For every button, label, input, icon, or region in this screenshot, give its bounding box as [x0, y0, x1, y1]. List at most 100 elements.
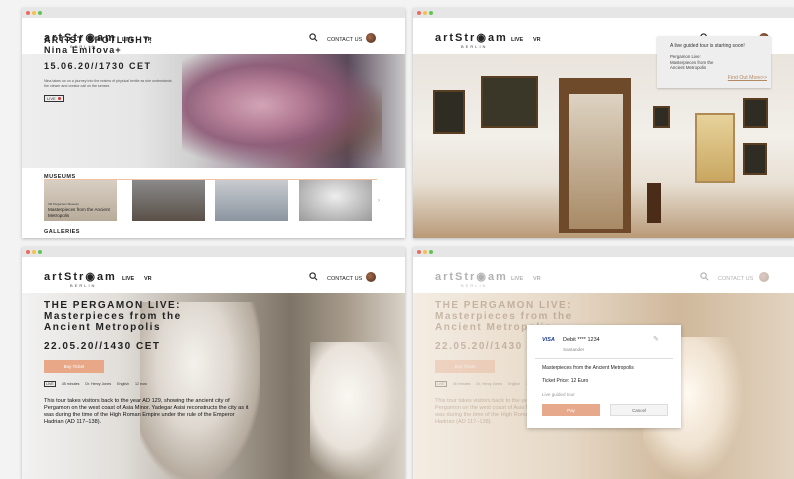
event-title: THE PERGAMON LIVE: Masterpieces from the… [44, 300, 182, 333]
painting[interactable] [743, 143, 767, 175]
spotlight-artist: Nina Emifova+ [44, 45, 122, 55]
event-title-line: Masterpieces from the [44, 311, 182, 322]
cancel-button[interactable]: Cancel [610, 404, 668, 416]
maximize-dot[interactable] [38, 11, 42, 15]
live-badge: LIVE [435, 381, 447, 387]
minimize-dot[interactable] [423, 11, 427, 15]
close-dot[interactable] [26, 11, 30, 15]
maximize-dot[interactable] [429, 11, 433, 15]
spotlight-date: 15.06.20//1730 CET [44, 61, 152, 71]
close-dot[interactable] [417, 11, 421, 15]
brand-city: BERLIN [70, 283, 97, 288]
brand-city: BERLIN [461, 283, 488, 288]
guide: Dr. Henry Jones [85, 382, 112, 386]
tour-type: Live guided tour [542, 392, 575, 397]
nav-live[interactable]: LIVE [122, 276, 134, 282]
event-date: 22.05.20//1430 CET [44, 341, 161, 352]
painting[interactable] [653, 106, 670, 128]
window-payment: artStr◉am BERLIN LIVE VR CONTACT US THE … [413, 247, 794, 479]
nav-contact[interactable]: CONTACT US [327, 37, 362, 43]
textile-sculpture-image [182, 54, 382, 168]
close-dot[interactable] [417, 250, 421, 254]
maximize-dot[interactable] [38, 250, 42, 254]
museum-card-pergamon[interactable]: VR Pergamon Museum Masterpieces from the… [44, 180, 117, 221]
popup-title: A live guided tour is starting soon! [670, 43, 745, 49]
painting[interactable] [743, 98, 768, 128]
brand-logo[interactable]: artStr◉am [435, 31, 508, 44]
payment-modal: VISA Debit **** 1234 Santander ✎ Masterp… [527, 325, 681, 428]
window-artist-spotlight: artStr◉am BERLIN LIVE VR CONTACT US ARTI… [22, 8, 405, 238]
popup-text: Pergamon Live: Masterpieces from the Anc… [670, 54, 713, 71]
event-title-line: Masterpieces from the [435, 311, 573, 322]
window-chrome [413, 8, 794, 18]
live-badge: LIVE [44, 381, 56, 387]
window-chrome [22, 8, 405, 18]
nav-live[interactable]: LIVE [511, 37, 523, 43]
nav-vr[interactable]: VR [533, 276, 541, 282]
brand-city: BERLIN [461, 44, 488, 49]
live-badge[interactable]: LIVE [44, 95, 64, 102]
close-dot[interactable] [26, 250, 30, 254]
museum-badge: VR Pergamon Museum [48, 202, 80, 206]
museum-card-4[interactable] [299, 180, 372, 221]
statue-image [310, 342, 405, 479]
buy-ticket-button: Buy Ticket [435, 360, 495, 373]
nav-vr[interactable]: VR [533, 37, 541, 43]
search-icon[interactable] [309, 272, 318, 281]
event-title-line: Ancient Metropolis [44, 322, 162, 333]
doorway-inner [569, 94, 623, 229]
language: English [508, 382, 520, 386]
duration: 45 minutes [61, 382, 80, 386]
edit-icon[interactable]: ✎ [653, 335, 659, 343]
duration: 45 minutes [452, 382, 471, 386]
event-title-line: THE PERGAMON LIVE: [435, 300, 573, 311]
bank-name: Santander [563, 347, 585, 352]
window-event-page: artStr◉am BERLIN LIVE VR CONTACT US THE … [22, 247, 405, 479]
chair [647, 183, 661, 223]
find-out-more-link[interactable]: Find Out More>> [728, 75, 767, 81]
window-chrome [413, 247, 794, 257]
nav-vr[interactable]: VR [144, 276, 152, 282]
pay-button[interactable]: Pay [542, 404, 600, 416]
price: 12 euro [134, 382, 148, 386]
avatar[interactable] [366, 33, 376, 43]
search-icon[interactable] [309, 33, 318, 42]
nav-live[interactable]: LIVE [511, 276, 523, 282]
notification-popup: A live guided tour is starting soon! Per… [657, 36, 771, 88]
event-meta: LIVE 45 minutes Dr. Henry Jones English … [44, 381, 152, 387]
card-number: Debit **** 1234 [563, 337, 600, 343]
language: English [117, 382, 129, 386]
item-name: Masterpieces from the Ancient Metropolis [542, 365, 634, 371]
museum-card-3[interactable] [215, 180, 288, 221]
event-description: This tour takes visitors back to the yea… [44, 398, 249, 425]
hero-image [22, 54, 405, 168]
visa-logo: VISA [542, 337, 555, 343]
brand-logo[interactable]: artStr◉am [435, 270, 508, 283]
event-title-line: THE PERGAMON LIVE: [44, 300, 182, 311]
brand-logo[interactable]: artStr◉am [44, 270, 117, 283]
spotlight-heading: ARTIST SPOTLIGHT: [44, 35, 153, 45]
window-vr-room: artStr◉am BERLIN LIVE VR CONTACT US A li… [413, 8, 794, 238]
nav-contact[interactable]: CONTACT US [327, 276, 362, 282]
top-nav: artStr◉am BERLIN LIVE VR CONTACT US [22, 257, 405, 293]
avatar[interactable] [759, 272, 769, 282]
ticket-price: Ticket Price: 12 Euro [542, 378, 589, 384]
top-nav: artStr◉am BERLIN LIVE VR CONTACT US [413, 257, 794, 293]
avatar[interactable] [366, 272, 376, 282]
popup-line: Ancient Metropolis [670, 65, 707, 70]
painting[interactable] [433, 90, 465, 134]
maximize-dot[interactable] [429, 250, 433, 254]
window-chrome [22, 247, 405, 257]
painting-bird[interactable] [481, 76, 538, 128]
minimize-dot[interactable] [32, 11, 36, 15]
chevron-right-icon[interactable]: › [378, 198, 380, 204]
galleries-heading: GALLERIES [44, 229, 80, 235]
spotlight-description: Nina takes us on a journey into the real… [44, 79, 172, 88]
nav-contact[interactable]: CONTACT US [718, 276, 753, 282]
minimize-dot[interactable] [423, 250, 427, 254]
buy-ticket-button[interactable]: Buy Ticket [44, 360, 104, 373]
minimize-dot[interactable] [32, 250, 36, 254]
guide: Dr. Henry Jones [476, 382, 503, 386]
search-icon[interactable] [700, 272, 709, 281]
museum-card-2[interactable] [132, 180, 205, 221]
